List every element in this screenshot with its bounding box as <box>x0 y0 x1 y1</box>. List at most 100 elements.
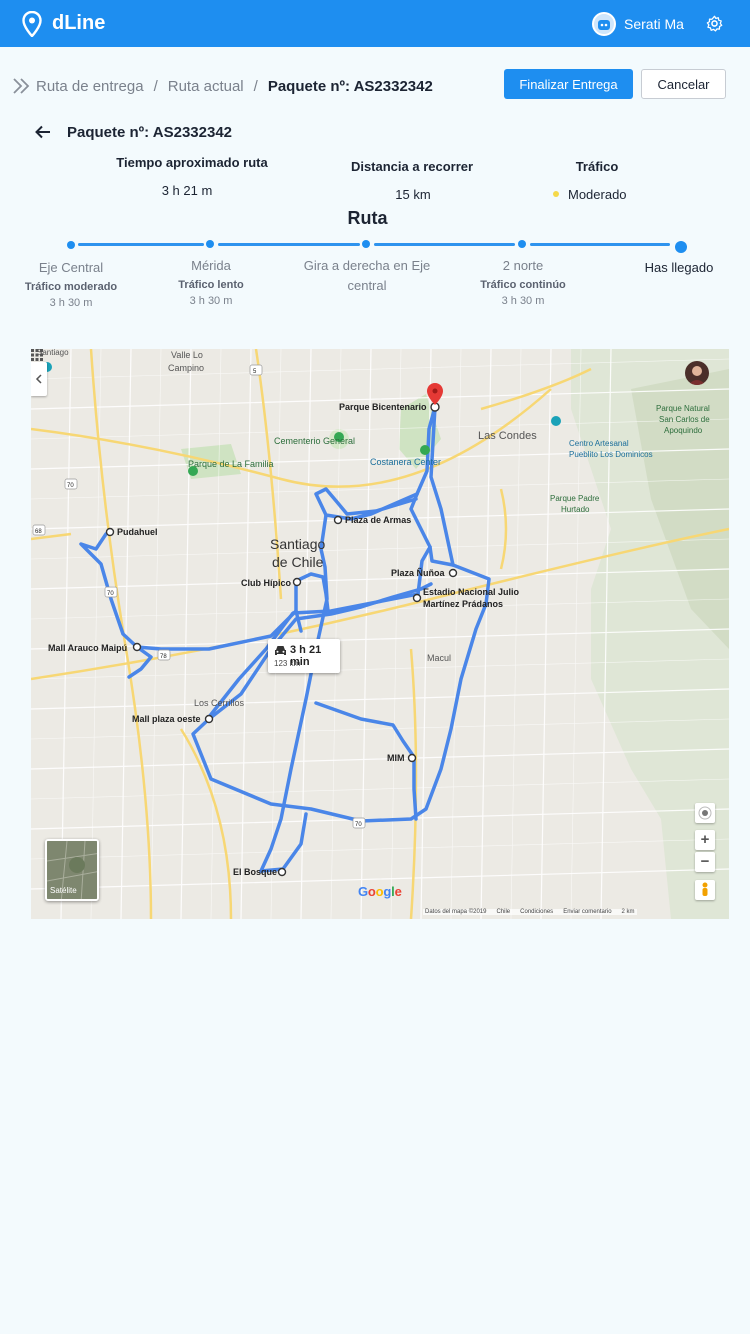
map-feedback-link[interactable]: Enviar comentario <box>563 909 611 915</box>
traffic-label: Tráfico <box>575 159 619 174</box>
map-stop-label: Parque Bicentenario <box>339 402 427 412</box>
map-place-label: Hurtado <box>561 505 590 514</box>
route-card-distance: 123 km <box>274 659 301 668</box>
breadcrumb-item-ruta-entrega[interactable]: Ruta de entrega <box>36 78 144 95</box>
package-title: Paquete nº: AS2332342 <box>67 124 232 141</box>
back-arrow-icon[interactable] <box>34 123 52 141</box>
distance-value: 15 km <box>395 187 431 202</box>
map-stop-label: Mall plaza oeste <box>132 714 201 724</box>
distance-label: Distancia a recorrer <box>350 159 474 174</box>
map-place-label: Campino <box>168 363 204 373</box>
route-step-node[interactable] <box>67 241 75 249</box>
map-place-label: Costanera Center <box>370 457 441 467</box>
breadcrumb-separator: / <box>253 77 258 95</box>
route-progress-segment <box>78 243 204 246</box>
pegman-icon <box>702 882 708 896</box>
google-logo: Google <box>358 884 402 899</box>
map-city-label: de Chile <box>272 554 324 570</box>
map-place-label: Macul <box>427 653 451 663</box>
route-step-name: Has llegado <box>644 260 714 275</box>
my-location-button[interactable] <box>695 803 715 823</box>
map-stop-label: Estadio Nacional Julio <box>423 587 520 597</box>
street-view-button[interactable] <box>695 880 715 900</box>
map-terms-link[interactable]: Condiciones <box>520 909 553 915</box>
road-shield-label: 70 <box>355 822 362 828</box>
map-place-label: Centro Artesanal <box>569 439 629 448</box>
breadcrumb-current: Paquete nº: AS2332342 <box>267 77 433 95</box>
traffic-value: Moderado <box>568 187 627 202</box>
route-summary-card[interactable]: 3 h 21 min 123 km <box>268 639 340 673</box>
top-bar: dLine Serati Ma <box>0 0 750 47</box>
route-title: Ruta <box>347 208 388 228</box>
map-stop-label: Plaza de Armas <box>345 515 411 525</box>
map-stop-label: Plaza Ñuñoa <box>391 568 446 578</box>
user-name[interactable]: Serati Ma <box>624 16 684 32</box>
map-stop-label: Pudahuel <box>117 527 158 537</box>
map-scale[interactable]: 2 km <box>622 909 635 915</box>
route-step-name: Gira a derecha en Eje central <box>303 258 431 293</box>
route-progress-segment <box>530 243 670 246</box>
map-region-link[interactable]: Chile <box>496 909 510 915</box>
road-shield-label: 68 <box>35 529 42 535</box>
map-canvas[interactable]: Valle Lo Campino Santiago Cementerio Gen… <box>31 349 729 919</box>
route-step-node[interactable] <box>518 240 526 248</box>
zoom-out-button[interactable]: − <box>695 852 715 872</box>
map-place-label: Apoquindo <box>664 426 703 435</box>
satellite-label: Satélite <box>50 886 77 895</box>
route-step-time: 3 h 30 m <box>189 295 233 307</box>
settings-gear-icon[interactable] <box>706 15 723 32</box>
map-place-label: Parque de La Familia <box>188 459 274 469</box>
map-place-label: Parque Padre <box>550 494 600 503</box>
time-label: Tiempo aproximado ruta <box>116 155 268 170</box>
map-stop-label: Mall Arauco Maipú <box>48 643 127 653</box>
route-map[interactable]: Valle Lo Campino Santiago Cementerio Gen… <box>31 349 729 919</box>
person-photo-icon <box>688 366 706 385</box>
road-shield-label: 70 <box>107 591 114 597</box>
location-pin-icon <box>22 11 42 37</box>
route-step-traffic: Tráfico lento <box>178 279 244 291</box>
breadcrumb-item-ruta-actual[interactable]: Ruta actual <box>168 78 244 95</box>
breadcrumb: Ruta de entrega / Ruta actual / Paquete … <box>12 75 433 97</box>
route-step-name: Eje Central <box>38 260 104 275</box>
map-data-credit: Datos del mapa ©2019 <box>425 909 487 915</box>
map-stop-label: Martínez Prádanos <box>423 599 503 609</box>
traffic-status-dot <box>553 191 559 197</box>
apps-grid-icon[interactable] <box>31 349 43 361</box>
user-avatar[interactable] <box>592 12 616 36</box>
chevron-left-icon <box>35 374 42 384</box>
route-step-time: 3 h 30 m <box>49 297 93 309</box>
map-stop-label: MIM <box>387 753 405 763</box>
route-step-node-destination[interactable] <box>675 241 687 253</box>
map-place-label: Las Condes <box>478 430 537 442</box>
route-progress-segment <box>374 243 515 246</box>
map-place-label: Pueblito Los Dominicos <box>569 450 653 459</box>
map-place-label: Cementerio General <box>274 436 355 446</box>
breadcrumb-separator: / <box>153 77 158 95</box>
map-collapse-tab[interactable] <box>31 362 47 396</box>
road-shield-label: 78 <box>160 654 167 660</box>
route-step-traffic: Tráfico continúo <box>480 279 566 291</box>
satellite-toggle[interactable]: Satélite <box>45 839 99 901</box>
cancel-button[interactable]: Cancelar <box>641 69 726 99</box>
car-icon <box>275 646 286 655</box>
map-stop-label: Club Hípico <box>241 578 291 588</box>
target-icon <box>698 806 712 820</box>
map-profile-avatar[interactable] <box>685 361 709 385</box>
route-step-name: Mérida <box>191 258 231 273</box>
zoom-in-button[interactable]: + <box>695 830 715 850</box>
road-shield-label: 70 <box>67 483 74 489</box>
time-value: 3 h 21 m <box>161 183 213 198</box>
route-step-traffic: Tráfico moderado <box>24 281 118 293</box>
route-step-time: 3 h 30 m <box>501 295 545 307</box>
route-step-node[interactable] <box>362 240 370 248</box>
finalizar-entrega-button[interactable]: Finalizar Entrega <box>504 69 633 99</box>
app-logo-text[interactable]: dLine <box>52 12 105 35</box>
map-footer: Datos del mapa ©2019 Chile Condiciones E… <box>423 909 637 915</box>
map-place-label: Valle Lo <box>171 350 203 360</box>
map-place-label: Los Cerrillos <box>194 698 245 708</box>
route-step-name: 2 norte <box>502 258 544 273</box>
map-stop-label: El Bosque <box>233 867 277 877</box>
robot-avatar-icon <box>598 20 610 30</box>
route-progress-segment <box>218 243 360 246</box>
route-step-node[interactable] <box>206 240 214 248</box>
